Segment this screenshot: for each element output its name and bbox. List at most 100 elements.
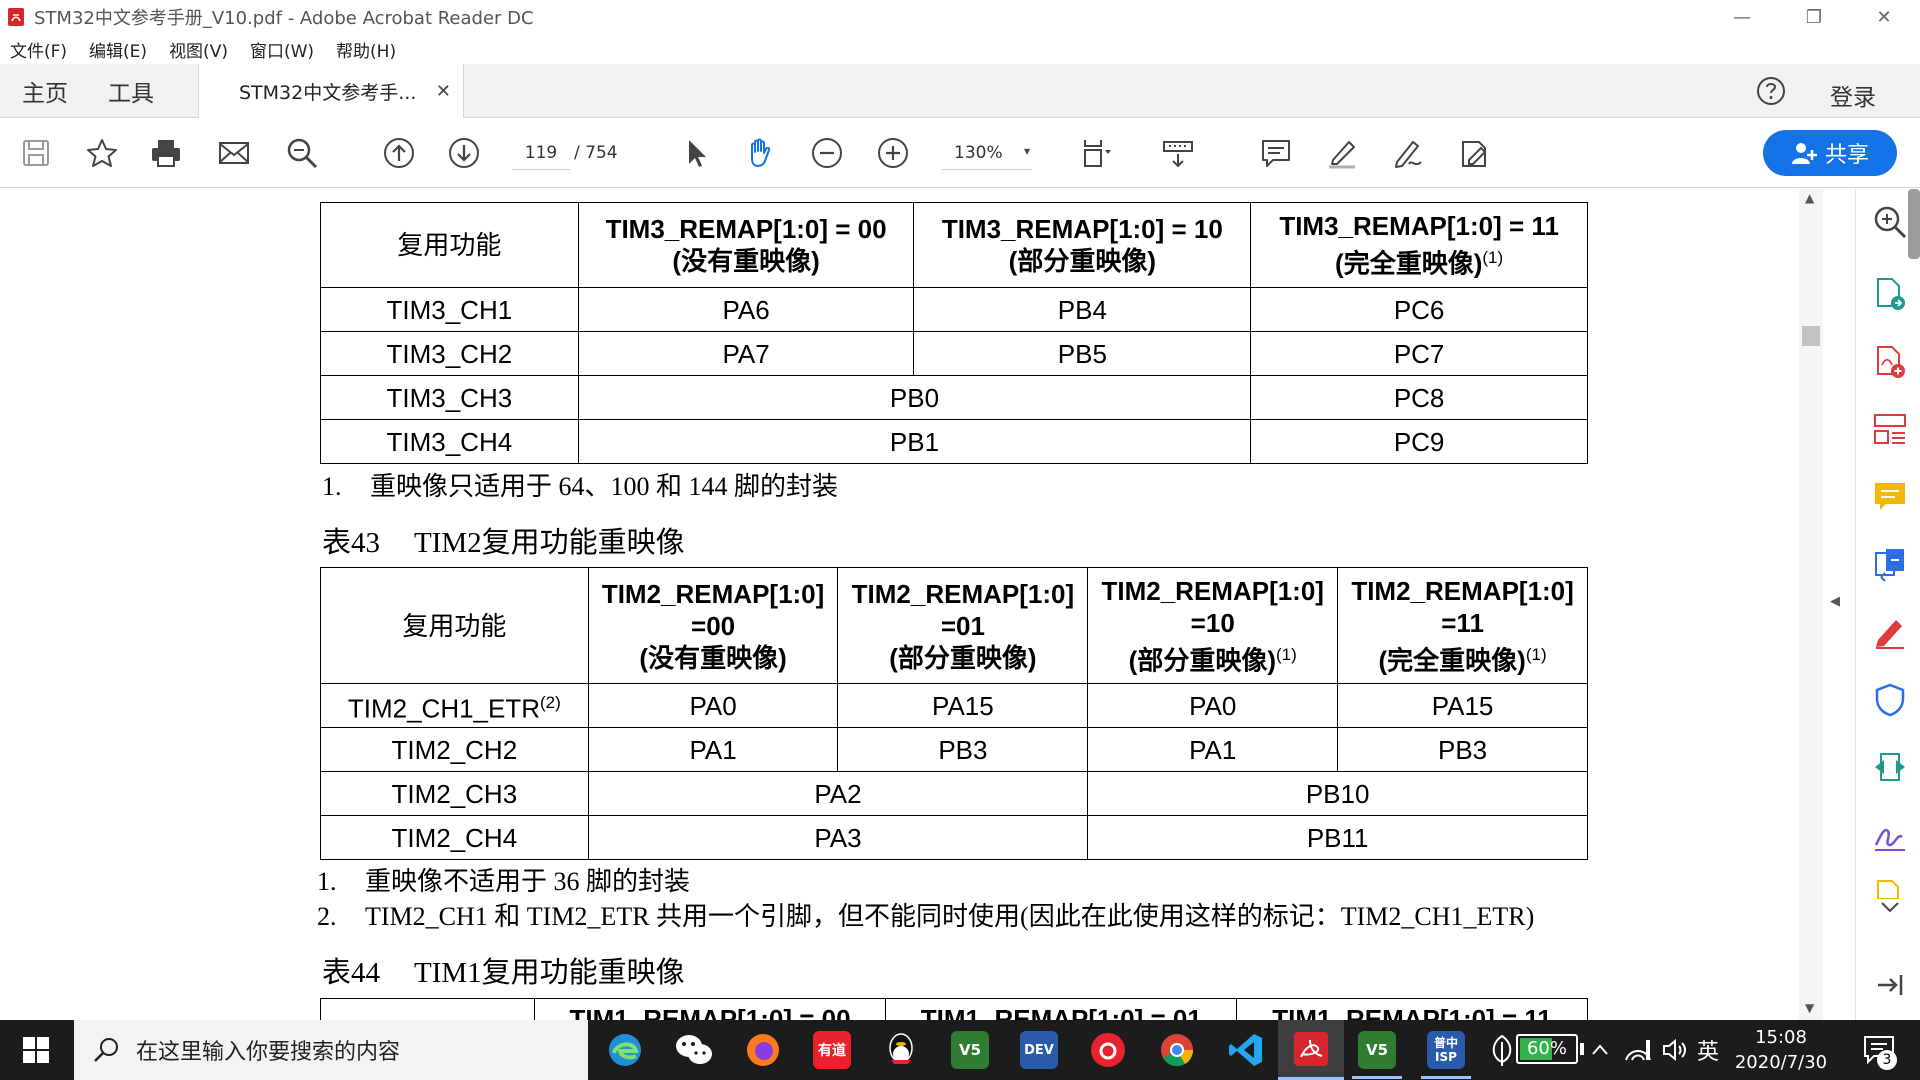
keil-uvision-icon[interactable]: V5	[945, 1026, 995, 1074]
add-comment-icon[interactable]	[1872, 479, 1908, 515]
wifi-icon[interactable]	[1624, 1038, 1652, 1062]
header-cell: TIM1_REMAP[1:0] = 11	[1236, 998, 1588, 1020]
acrobat-window: STM32中文参考手册_V10.pdf - Adobe Acrobat Read…	[0, 0, 1920, 1080]
share-button[interactable]: 共享	[1763, 130, 1897, 176]
collapse-pane-icon[interactable]	[1872, 967, 1908, 1003]
table-row: TIM2_CH1_ETR(2) PA0 PA15 PA0 PA15	[320, 683, 1588, 728]
sign-pen-icon[interactable]	[1390, 135, 1426, 171]
zoom-dropdown-icon[interactable]: ▾	[1024, 144, 1030, 158]
chevron-up-icon[interactable]	[1590, 1040, 1610, 1060]
email-icon[interactable]	[216, 135, 252, 171]
scroll-up-icon[interactable]: ▲	[1805, 191, 1814, 205]
menu-view[interactable]: 视图(V)	[169, 37, 228, 62]
tools-pane-scrollbar[interactable]	[1908, 189, 1920, 259]
zoom-level-input[interactable]: 130%	[942, 136, 1032, 170]
leaf-eco-icon[interactable]	[1490, 1034, 1514, 1066]
battery-tip	[1580, 1043, 1584, 1055]
acrobat-app-icon	[6, 7, 26, 27]
search-icon[interactable]	[284, 135, 320, 171]
youdao-dictionary-icon[interactable]: 有道	[807, 1026, 857, 1074]
select-tool-icon[interactable]	[678, 135, 714, 171]
close-window-button[interactable]: ✕	[1848, 0, 1920, 34]
print-icon[interactable]	[148, 135, 184, 171]
menu-file[interactable]: 文件(F)	[10, 37, 67, 62]
previous-page-icon[interactable]	[381, 135, 417, 171]
zoom-out-icon[interactable]	[809, 135, 845, 171]
running-indicator	[1421, 1076, 1471, 1079]
table-row: TIM3_CH2 PA7 PB5 PC7	[320, 331, 1588, 376]
scroll-down-icon[interactable]: ▼	[1805, 1001, 1814, 1015]
export-pdf-icon[interactable]	[1872, 276, 1908, 312]
start-button[interactable]	[0, 1020, 72, 1080]
minimize-button[interactable]: —	[1706, 0, 1778, 34]
table-cell: TIM3_CH3	[320, 375, 579, 420]
sign-in-link[interactable]: 登录	[1830, 78, 1876, 112]
table-cell: PA6	[577, 287, 915, 332]
table-row: TIM3_CH4 PB1 PC9	[320, 419, 1588, 464]
fill-sign-icon[interactable]	[1456, 135, 1492, 171]
menu-window[interactable]: 窗口(W)	[250, 37, 314, 62]
battery-indicator[interactable]: 60%	[1516, 1034, 1578, 1064]
edit-pdf-icon[interactable]	[1872, 614, 1908, 650]
protect-shield-icon[interactable]	[1872, 682, 1908, 718]
chevron-down-icon[interactable]	[1872, 897, 1908, 917]
document-scrollbar[interactable]: ▲ ▼	[1799, 189, 1823, 1020]
scroll-mode-icon[interactable]	[1160, 135, 1196, 171]
input-method-indicator[interactable]: 英	[1697, 1034, 1719, 1066]
table-cell: PB11	[1087, 815, 1588, 860]
more-tools-icon[interactable]	[1872, 879, 1908, 899]
dev-cpp-icon[interactable]: DEV	[1014, 1026, 1064, 1074]
add-user-icon	[1791, 143, 1817, 164]
page-total-label: / 754	[574, 143, 618, 163]
system-clock[interactable]: 15:08 2020/7/30	[1730, 1025, 1832, 1075]
next-page-icon[interactable]	[446, 135, 482, 171]
create-pdf-icon[interactable]	[1872, 344, 1908, 380]
save-icon[interactable]	[18, 135, 54, 171]
vscode-icon[interactable]	[1221, 1026, 1271, 1074]
table-cell: PB10	[1087, 771, 1588, 816]
tab-bar: 主页 工具 STM32中文参考手... ✕ 登录	[0, 64, 1920, 119]
tab-tools[interactable]: 工具	[108, 64, 154, 118]
tim3-remap-table: 复用功能 TIM3_REMAP[1:0] = 00 (没有重映像) TIM3_RE…	[320, 202, 1588, 464]
table-cell: PA3	[587, 815, 1089, 860]
header-cell: TIM3_REMAP[1:0] = 00 (没有重映像)	[577, 202, 915, 288]
edge-browser-icon[interactable]	[600, 1026, 650, 1074]
netease-music-icon[interactable]	[1083, 1026, 1133, 1074]
table-cell: TIM3_CH2	[320, 331, 579, 376]
send-for-review-icon[interactable]	[1872, 749, 1908, 785]
keil-uvision-window-icon[interactable]: V5	[1352, 1026, 1402, 1074]
table-cell: PA1	[587, 727, 839, 772]
header-cell: TIM1_REMAP[1:0] = 01	[885, 998, 1238, 1020]
scrollbar-thumb[interactable]	[1802, 326, 1820, 346]
firefox-icon[interactable]	[738, 1026, 788, 1074]
chrome-icon[interactable]	[1152, 1026, 1202, 1074]
volume-icon[interactable]	[1662, 1038, 1688, 1062]
hand-tool-icon[interactable]	[742, 135, 778, 171]
close-tab-icon[interactable]: ✕	[436, 81, 451, 102]
wechat-icon[interactable]	[669, 1026, 719, 1074]
qq-icon[interactable]	[876, 1026, 926, 1074]
page-number-input[interactable]: 119	[512, 136, 570, 170]
bookmark-star-icon[interactable]	[84, 135, 120, 171]
combine-files-icon[interactable]	[1872, 547, 1908, 583]
highlight-pen-icon[interactable]	[1324, 135, 1360, 171]
page-fit-icon[interactable]	[1078, 135, 1114, 171]
acrobat-taskbar-item[interactable]	[1278, 1020, 1344, 1080]
help-icon[interactable]	[1756, 76, 1786, 106]
menu-help[interactable]: 帮助(H)	[336, 37, 396, 62]
table-row: TIM2_CH2 PA1 PB3 PA1 PB3	[320, 727, 1588, 772]
zoom-in-icon[interactable]	[875, 135, 911, 171]
prechin-isp-icon[interactable]: 普中ISP	[1421, 1026, 1471, 1074]
organize-pages-icon[interactable]	[1872, 411, 1908, 447]
collapse-right-pane-icon[interactable]: ◀	[1830, 594, 1840, 609]
taskbar-search-box[interactable]: 在这里输入你要搜索的内容	[74, 1020, 588, 1080]
fill-and-sign-icon[interactable]	[1872, 817, 1908, 853]
zoom-search-icon[interactable]	[1872, 204, 1908, 240]
clock-date: 2020/7/30	[1734, 1052, 1828, 1073]
comment-icon[interactable]	[1258, 135, 1294, 171]
menu-edit[interactable]: 编辑(E)	[89, 37, 147, 62]
table-cell: PA7	[577, 331, 915, 376]
tab-home[interactable]: 主页	[22, 64, 68, 118]
tab-document[interactable]: STM32中文参考手... ✕	[198, 64, 464, 119]
restore-button[interactable]: ❐	[1778, 0, 1850, 34]
